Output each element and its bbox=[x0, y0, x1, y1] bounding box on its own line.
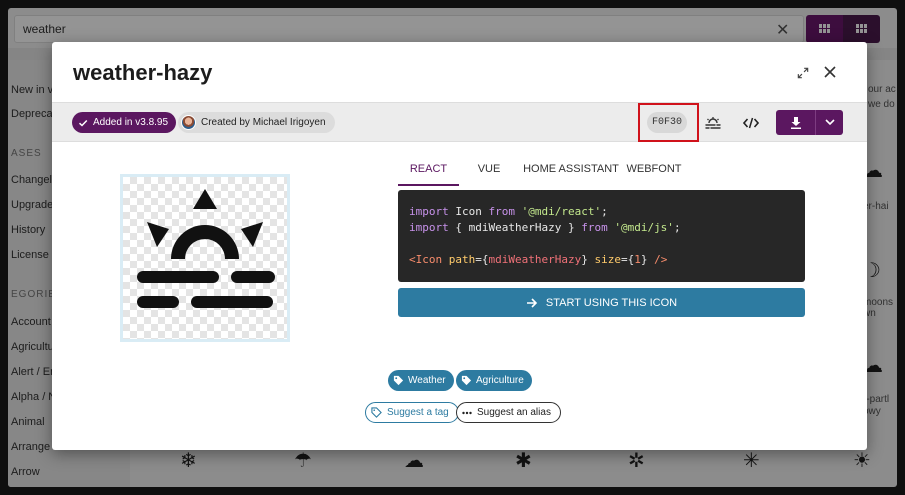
codepoint-chip[interactable]: F0F30 bbox=[647, 112, 687, 133]
code-line: import Icon from '@mdi/react'; bbox=[409, 205, 608, 218]
dots-horizontal-icon bbox=[462, 411, 472, 414]
arrow-right-icon bbox=[526, 297, 538, 308]
code-line: import { mdiWeatherHazy } from '@mdi/js'… bbox=[409, 221, 681, 234]
tag-label: Weather bbox=[408, 375, 446, 386]
code-tags-icon bbox=[743, 117, 759, 129]
check-icon bbox=[78, 119, 88, 127]
code-snippet[interactable]: import Icon from '@mdi/react'; import { … bbox=[398, 190, 805, 282]
start-using-button[interactable]: START USING THIS ICON bbox=[398, 288, 805, 317]
download-button[interactable] bbox=[776, 110, 816, 135]
view-code-button[interactable] bbox=[741, 113, 761, 133]
usage-tabs: REACT VUE HOME ASSISTANT WEBFONT bbox=[398, 156, 685, 186]
weather-hazy-small-icon bbox=[705, 117, 721, 129]
tag-weather[interactable]: Weather bbox=[388, 370, 454, 391]
suggest-alias-label: Suggest an alias bbox=[477, 407, 551, 418]
added-version-label: Added in v3.8.95 bbox=[93, 117, 169, 128]
code-token: <Icon bbox=[409, 253, 443, 266]
suggest-tag-label: Suggest a tag bbox=[387, 407, 449, 418]
tab-home-assistant[interactable]: HOME ASSISTANT bbox=[519, 156, 623, 186]
added-version-chip[interactable]: Added in v3.8.95 bbox=[72, 112, 177, 133]
icon-preview bbox=[120, 174, 290, 342]
view-svg-button[interactable] bbox=[703, 113, 723, 133]
start-using-label: START USING THIS ICON bbox=[545, 296, 678, 309]
tag-icon bbox=[393, 375, 404, 386]
tab-react[interactable]: REACT bbox=[398, 156, 459, 186]
code-line: <Icon path={mdiWeatherHazy} size={1} /> bbox=[409, 253, 668, 266]
code-token: /> bbox=[654, 253, 668, 266]
author-label: Created by Michael Irigoyen bbox=[201, 117, 326, 128]
icon-toolbar: Added in v3.8.95 Created by Michael Irig… bbox=[52, 102, 867, 142]
tag-outline-icon bbox=[371, 407, 382, 418]
icon-title: weather-hazy bbox=[73, 60, 213, 85]
close-button[interactable] bbox=[821, 63, 839, 81]
tab-webfont[interactable]: WEBFONT bbox=[623, 156, 685, 186]
chevron-down-icon bbox=[824, 119, 835, 126]
code-token: 1 bbox=[634, 253, 641, 266]
download-button-group bbox=[776, 110, 843, 135]
suggest-tag-button[interactable]: Suggest a tag bbox=[365, 402, 459, 423]
close-icon bbox=[824, 66, 836, 78]
code-token: import bbox=[409, 205, 449, 218]
author-chip[interactable]: Created by Michael Irigoyen bbox=[178, 112, 335, 133]
tag-agriculture[interactable]: Agriculture bbox=[456, 370, 532, 391]
code-token: size bbox=[594, 253, 621, 266]
expand-button[interactable] bbox=[794, 64, 812, 82]
icon-detail-dialog: weather-hazy Added in v3.8.95 Created by… bbox=[52, 42, 867, 450]
code-token: from bbox=[488, 205, 516, 218]
download-options-button[interactable] bbox=[816, 110, 843, 135]
code-token: { mdiWeatherHazy } bbox=[448, 221, 582, 234]
avatar bbox=[181, 115, 196, 130]
weather-hazy-icon bbox=[137, 189, 275, 308]
code-token: mdiWeatherHazy bbox=[488, 253, 582, 266]
arrow-expand-icon bbox=[797, 67, 809, 79]
tab-vue[interactable]: VUE bbox=[459, 156, 519, 186]
code-token: path bbox=[448, 253, 476, 266]
suggest-alias-button[interactable]: Suggest an alias bbox=[456, 402, 561, 423]
code-token: Icon bbox=[448, 205, 489, 218]
tag-label: Agriculture bbox=[476, 375, 524, 386]
code-token: '@mdi/react' bbox=[521, 205, 602, 218]
code-token: from bbox=[581, 221, 608, 234]
tag-icon bbox=[461, 375, 472, 386]
code-token: '@mdi/js' bbox=[614, 221, 674, 234]
download-icon bbox=[790, 116, 801, 129]
code-token: import bbox=[409, 221, 449, 234]
